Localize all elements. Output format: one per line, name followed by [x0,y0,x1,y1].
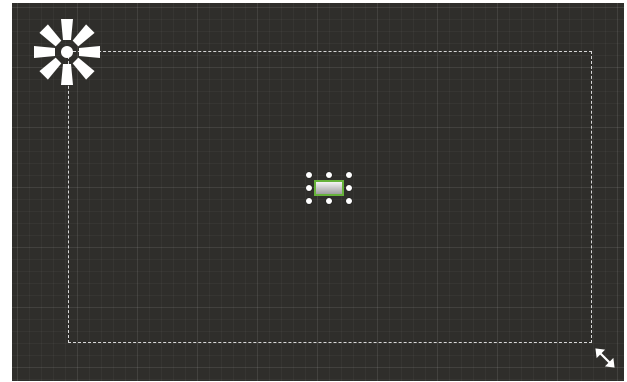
gear-icon [34,19,100,85]
resize-handle-top[interactable] [326,172,332,178]
design-canvas[interactable] [12,3,624,381]
resize-handle-top-right[interactable] [346,172,352,178]
resize-handle-bottom-right[interactable] [346,198,352,204]
resize-handle-top-left[interactable] [306,172,312,178]
canvas-resize-button[interactable] [594,347,616,369]
resize-handle-left[interactable] [306,185,312,191]
resize-diagonal-icon [595,348,615,368]
resize-handle-bottom[interactable] [326,198,332,204]
button-widget-body[interactable] [314,180,344,196]
resize-handle-right[interactable] [346,185,352,191]
settings-gear-button[interactable] [32,17,102,87]
resize-handle-bottom-left[interactable] [306,198,312,204]
selected-button-widget[interactable] [306,172,352,204]
